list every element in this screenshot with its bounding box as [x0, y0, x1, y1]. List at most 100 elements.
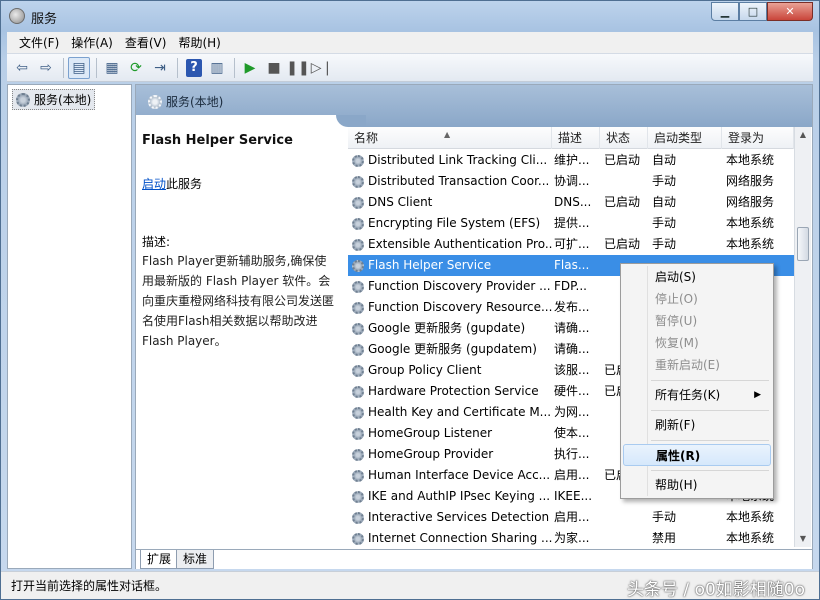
tab-standard[interactable]: 标准	[176, 550, 215, 569]
services-app-icon	[9, 8, 25, 24]
menu-view[interactable]: 查看(V)	[119, 34, 173, 51]
service-name-label: Flash Helper Service	[368, 258, 492, 272]
ctx-all-tasks-label: 所有任务(K)	[655, 388, 721, 402]
console-tree: 服务(本地)	[7, 84, 132, 569]
service-name-cell: Distributed Transaction Coor...	[352, 171, 552, 192]
service-startup-type-cell: 禁用	[652, 531, 677, 545]
gear-icon	[352, 511, 364, 524]
ctx-all-tasks[interactable]: 所有任务(K) ▶	[623, 384, 771, 406]
service-name-label: Internet Connection Sharing ...	[368, 531, 552, 545]
service-name-cell: HomeGroup Provider	[352, 444, 552, 465]
service-description-cell: 维护...	[554, 153, 590, 167]
ctx-help[interactable]: 帮助(H)	[623, 474, 771, 496]
maximize-button[interactable]: □	[739, 2, 767, 21]
start-service-link-line: 启动此服务	[142, 175, 202, 192]
service-description-cell: 发布...	[554, 300, 590, 314]
refresh-icon[interactable]: ⟳	[125, 57, 147, 79]
service-name-cell: Hardware Protection Service	[352, 381, 552, 402]
ctx-stop[interactable]: 停止(O)	[623, 288, 771, 310]
table-row[interactable]: Internet Connection Sharing ... 为家... 禁用 本地…	[348, 528, 794, 547]
gear-icon	[352, 490, 364, 503]
forward-icon[interactable]: ⇨	[35, 57, 57, 79]
scroll-up-icon[interactable]: ▲	[795, 127, 811, 143]
table-row[interactable]: DNS Client DNS... 已启动 自动 网络服务	[348, 192, 794, 213]
column-header-description[interactable]: 描述	[552, 127, 600, 149]
toolbar: ⇦ ⇨ ▤ ▦ ⟳ ⇥ ? ▥ ▶ ■ ❚❚ ▷❘	[7, 54, 813, 82]
service-description-cell: 为家...	[554, 531, 590, 545]
scroll-down-icon[interactable]: ▼	[795, 531, 811, 547]
table-row[interactable]: Interactive Services Detection 启用... 手动 本地系…	[348, 507, 794, 528]
start-service-link[interactable]: 启动	[142, 177, 166, 191]
column-header-startup-type[interactable]: 启动类型	[648, 127, 722, 149]
pane-header-label: 服务(本地)	[166, 95, 224, 109]
tree-item-label: 服务(本地)	[34, 93, 92, 107]
back-icon[interactable]: ⇦	[11, 57, 33, 79]
toolbar-separator	[234, 57, 235, 78]
column-header-status[interactable]: 状态	[600, 127, 648, 149]
minimize-button[interactable]: ▁	[711, 2, 739, 21]
menu-help[interactable]: 帮助(H)	[172, 34, 226, 51]
column-header-name[interactable]: ▲ 名称	[348, 127, 552, 149]
service-description-cell: 请确...	[554, 321, 590, 335]
service-description-cell: 启用...	[554, 510, 590, 524]
restart-service-icon[interactable]: ▷❘	[311, 57, 334, 79]
ctx-properties[interactable]: 属性(R)	[623, 444, 771, 466]
service-name-label: Encrypting File System (EFS)	[368, 216, 541, 230]
service-description-cell: 可扩...	[554, 237, 590, 251]
services-window: 服务 ▁ □ ✕ 文件(F) 操作(A) 查看(V) 帮助(H) ⇦ ⇨ ▤ ▦…	[0, 0, 820, 600]
service-logon-cell: 本地系统	[726, 153, 775, 167]
gear-icon	[352, 469, 364, 482]
close-button[interactable]: ✕	[767, 2, 813, 21]
pause-service-icon[interactable]: ❚❚	[286, 57, 309, 79]
service-description-cell: 该服...	[554, 363, 590, 377]
gear-icon	[352, 259, 364, 272]
table-row[interactable]: Encrypting File System (EFS) 提供... 手动 本地系统	[348, 213, 794, 234]
minimize-icon: ▁	[720, 5, 730, 18]
service-description-cell: 提供...	[554, 216, 590, 230]
service-name-cell: Function Discovery Resource...	[352, 297, 552, 318]
service-name-cell: DNS Client	[352, 192, 552, 213]
pane-header-tab	[136, 115, 356, 127]
menu-action[interactable]: 操作(A)	[65, 34, 119, 51]
service-name-label: Interactive Services Detection	[368, 510, 550, 524]
title-bar[interactable]: 服务 ▁ □ ✕	[1, 1, 819, 31]
service-name-cell: Distributed Link Tracking Cli...	[352, 150, 552, 171]
export-list-icon[interactable]: ⇥	[149, 57, 171, 79]
service-name-cell: Internet Connection Sharing ...	[352, 528, 552, 547]
service-name-label: DNS Client	[368, 195, 433, 209]
gear-icon	[352, 217, 364, 230]
stop-service-icon[interactable]: ■	[263, 57, 285, 79]
show-hide-console-tree-icon[interactable]: ▤	[68, 56, 90, 79]
window-title: 服务	[31, 12, 58, 27]
table-row[interactable]: Distributed Link Tracking Cli... 维护... 已启动…	[348, 150, 794, 171]
ctx-restart[interactable]: 重新启动(E)	[623, 354, 771, 376]
properties-icon[interactable]: ▦	[101, 57, 123, 79]
gear-icon	[352, 427, 364, 440]
gear-icon	[148, 94, 162, 109]
service-description-cell: 协调...	[554, 174, 590, 188]
ctx-start[interactable]: 启动(S)	[623, 266, 771, 288]
submenu-arrow-icon: ▶	[754, 390, 761, 400]
tab-extended[interactable]: 扩展	[140, 550, 179, 569]
table-row[interactable]: Distributed Transaction Coor... 协调... 手动 网络…	[348, 171, 794, 192]
vertical-scrollbar[interactable]: ▲ ▼	[794, 127, 811, 547]
service-name-label: Function Discovery Resource...	[368, 300, 552, 314]
help-icon[interactable]: ?	[186, 58, 202, 77]
service-name-label: Distributed Link Tracking Cli...	[368, 153, 548, 167]
close-icon: ✕	[785, 5, 795, 18]
start-service-icon[interactable]: ▶	[239, 57, 261, 79]
service-name-cell: Group Policy Client	[352, 360, 552, 381]
maximize-icon: □	[747, 5, 759, 18]
gear-icon	[352, 301, 364, 314]
menu-file[interactable]: 文件(F)	[13, 34, 65, 51]
ctx-resume[interactable]: 恢复(M)	[623, 332, 771, 354]
service-name-cell: Google 更新服务 (gupdatem)	[352, 339, 552, 360]
ctx-refresh[interactable]: 刷新(F)	[623, 414, 771, 436]
table-row[interactable]: Extensible Authentication Pro... 可扩... 已启动…	[348, 234, 794, 255]
ctx-pause[interactable]: 暂停(U)	[623, 310, 771, 332]
column-header-logon-as[interactable]: 登录为	[722, 127, 794, 149]
tree-item-services-local[interactable]: 服务(本地)	[12, 89, 96, 110]
toolbar-separator	[96, 57, 97, 78]
scrollbar-thumb[interactable]	[797, 227, 809, 261]
console-icon[interactable]: ▥	[206, 57, 228, 79]
